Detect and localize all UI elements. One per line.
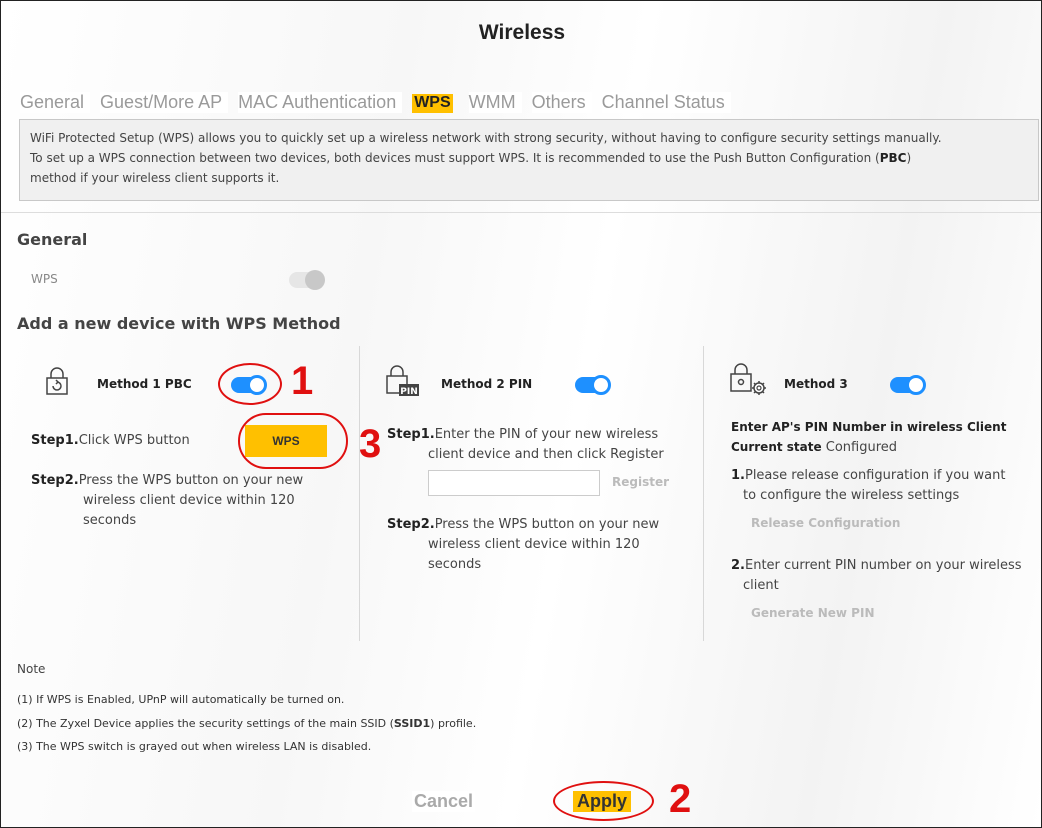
description-line-2-text: To set up a WPS connection between two d… <box>30 151 880 165</box>
annotation-circle-2 <box>553 781 654 821</box>
method3-state-label: Current state <box>731 440 822 454</box>
pin-input[interactable] <box>428 470 600 496</box>
method1-step2-line2: wireless client device within 120 <box>83 493 295 508</box>
method2-step2-line3: seconds <box>428 557 482 572</box>
method1-step2: Step2.Press the WPS button on your new <box>31 471 303 491</box>
tab-guest-more-ap[interactable]: Guest/More AP <box>100 92 229 113</box>
method3-item2-num: 2. <box>731 558 745 573</box>
method3-title: Method 3 <box>784 377 848 391</box>
description-line-1: WiFi Protected Setup (WPS) allows you to… <box>30 131 942 145</box>
note-line-2: (2) The Zyxel Device applies the securit… <box>17 717 476 730</box>
cancel-button[interactable]: Cancel <box>412 791 476 812</box>
method3-toggle-knob <box>906 375 926 395</box>
wps-toggle-knob <box>305 270 325 290</box>
method1-step2-label: Step2. <box>31 473 79 488</box>
method3-item2: 2.Enter current PIN number on your wirel… <box>731 556 1022 576</box>
method1-step2-line3: seconds <box>83 513 137 528</box>
method2-step1: Step1.Enter the PIN of your new wireless <box>387 425 658 445</box>
annotation-number-3: 3 <box>359 422 382 466</box>
note-line-3: (3) The WPS switch is grayed out when wi… <box>17 740 372 753</box>
annotation-number-1: 1 <box>291 359 314 403</box>
tab-channel-status[interactable]: Channel Status <box>601 92 731 113</box>
wireless-page: Wireless General Guest/More AP MAC Authe… <box>0 0 1042 828</box>
release-configuration-button[interactable]: Release Configuration <box>751 516 900 530</box>
method3-item1: 1.Please release configuration if you wa… <box>731 466 1005 486</box>
method2-step1-line1: Enter the PIN of your new wireless <box>434 427 659 442</box>
note-line-2-end: ) profile. <box>430 717 477 730</box>
description-line-3: method if your wireless client supports … <box>30 171 280 185</box>
method1-title: Method 1 PBC <box>97 377 192 391</box>
pin-icon-label: PIN <box>400 387 417 397</box>
general-heading: General <box>17 230 88 249</box>
method2-step2-line1: Press the WPS button on your new <box>434 517 660 532</box>
divider <box>1 212 1041 213</box>
method2-step1-label: Step1. <box>387 427 435 442</box>
method1-step2-line1: Press the WPS button on your new <box>78 473 304 488</box>
method3-item1-line2: to configure the wireless settings <box>743 488 960 503</box>
tab-wps[interactable]: WPS <box>412 94 453 113</box>
description-line-2: To set up a WPS connection between two d… <box>30 148 1028 168</box>
wps-description: WiFi Protected Setup (WPS) allows you to… <box>19 119 1039 201</box>
description-pbc: PBC <box>879 151 907 165</box>
method-separator-2 <box>703 346 704 641</box>
method1-step1: Step1.Click WPS button <box>31 431 190 451</box>
tab-general[interactable]: General <box>20 92 91 113</box>
lock-gear-icon <box>730 363 766 395</box>
method2-toggle[interactable] <box>575 375 611 395</box>
tab-bar: General Guest/More AP MAC Authentication… <box>20 92 741 113</box>
method3-state-value: Configured <box>825 440 898 455</box>
note-ssid1: SSID1 <box>393 717 431 730</box>
wps-toggle[interactable] <box>289 270 325 290</box>
method1-step1-text: Click WPS button <box>78 433 190 448</box>
tab-wmm[interactable]: WMM <box>468 92 522 113</box>
lock-pin-icon: PIN <box>386 365 419 397</box>
method-separator-1 <box>359 346 360 641</box>
description-line-2-end: ) <box>906 151 912 165</box>
method1-step1-label: Step1. <box>31 433 79 448</box>
method3-heading: Enter AP's PIN Number in wireless Client <box>731 420 1007 434</box>
lock-cycle-icon <box>46 367 68 395</box>
page-title: Wireless <box>478 21 566 44</box>
note-line-1: (1) If WPS is Enabled, UPnP will automat… <box>17 693 345 706</box>
note-title: Note <box>17 662 46 676</box>
method2-toggle-knob <box>591 375 611 395</box>
method2-step2-label: Step2. <box>387 517 435 532</box>
method3-state: Current state Configured <box>731 437 897 458</box>
method3-item1-num: 1. <box>731 468 745 483</box>
method2-step2: Step2.Press the WPS button on your new <box>387 515 659 535</box>
method3-toggle[interactable] <box>890 375 926 395</box>
tab-others[interactable]: Others <box>531 92 592 113</box>
wps-label: WPS <box>31 272 58 286</box>
method2-title: Method 2 PIN <box>441 377 533 391</box>
method2-step1-line2: client device and then click Register <box>428 447 664 462</box>
generate-new-pin-button[interactable]: Generate New PIN <box>751 606 875 620</box>
tab-mac-authentication[interactable]: MAC Authentication <box>238 92 403 113</box>
method3-item2-line2: client <box>743 578 779 593</box>
method3-item2-line1: Enter current PIN number on your wireles… <box>744 558 1022 573</box>
register-button[interactable]: Register <box>612 475 669 489</box>
method3-item1-line1: Please release configuration if you want <box>744 468 1006 483</box>
annotation-circle-1 <box>218 363 282 405</box>
add-device-heading: Add a new device with WPS Method <box>17 314 341 333</box>
method2-step2-line2: wireless client device within 120 <box>428 537 640 552</box>
note-line-2-text: (2) The Zyxel Device applies the securit… <box>17 717 394 730</box>
annotation-circle-3 <box>238 413 348 469</box>
annotation-number-2: 2 <box>669 777 692 821</box>
